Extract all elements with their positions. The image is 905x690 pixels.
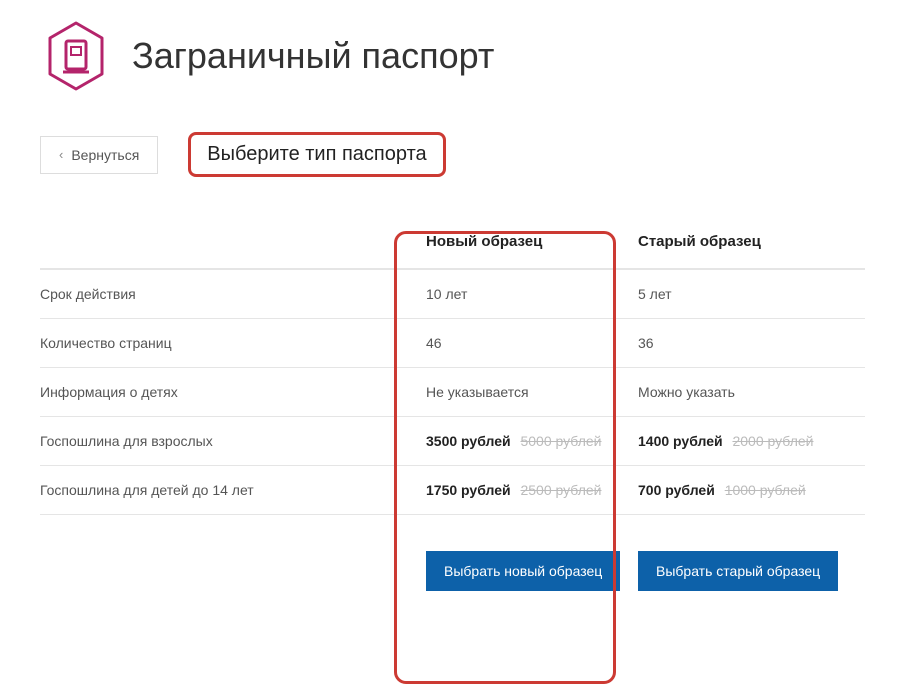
price-struck: 1000 рублей (725, 482, 806, 498)
fee-adult-new: 3500 рублей 5000 рублей (418, 433, 638, 449)
page-header: Заграничный паспорт (40, 20, 865, 92)
row-label: Срок действия (40, 286, 418, 302)
price-current: 700 рублей (638, 482, 715, 498)
row-label: Госпошлина для детей до 14 лет (40, 482, 418, 498)
select-new-button[interactable]: Выбрать новый образец (426, 551, 620, 591)
back-button[interactable]: ‹ Вернуться (40, 136, 158, 174)
children-old: Можно указать (638, 384, 865, 400)
row-label: Количество страниц (40, 335, 418, 351)
nav-row: ‹ Вернуться Выберите тип паспорта (40, 132, 865, 177)
price-current: 3500 рублей (426, 433, 511, 449)
row-validity: Срок действия 10 лет 5 лет (40, 270, 865, 319)
validity-new: 10 лет (418, 286, 638, 302)
row-children-info: Информация о детях Не указывается Можно … (40, 368, 865, 417)
page-title: Заграничный паспорт (132, 35, 494, 77)
pages-new: 46 (418, 335, 638, 351)
row-actions: Выбрать новый образец Выбрать старый обр… (40, 515, 865, 607)
section-subtitle: Выберите тип паспорта (188, 132, 445, 177)
price-struck: 2000 рублей (732, 433, 813, 449)
price-struck: 5000 рублей (520, 433, 601, 449)
action-new-cell: Выбрать новый образец (418, 551, 638, 591)
comparison-table: Новый образец Старый образец Срок действ… (40, 217, 865, 607)
price-current: 1400 рублей (638, 433, 723, 449)
chevron-left-icon: ‹ (59, 147, 63, 162)
row-pages: Количество страниц 46 36 (40, 319, 865, 368)
validity-old: 5 лет (638, 286, 865, 302)
column-header-new: Новый образец (418, 233, 638, 250)
price-struck: 2500 рублей (520, 482, 601, 498)
fee-child-old: 700 рублей 1000 рублей (638, 482, 865, 498)
fee-adult-old: 1400 рублей 2000 рублей (638, 433, 865, 449)
back-button-label: Вернуться (71, 147, 139, 163)
children-new: Не указывается (418, 384, 638, 400)
select-old-button[interactable]: Выбрать старый образец (638, 551, 838, 591)
passport-icon (40, 20, 112, 92)
row-fee-child: Госпошлина для детей до 14 лет 1750 рубл… (40, 466, 865, 515)
row-label: Информация о детях (40, 384, 418, 400)
pages-old: 36 (638, 335, 865, 351)
row-fee-adult: Госпошлина для взрослых 3500 рублей 5000… (40, 417, 865, 466)
column-header-old: Старый образец (638, 233, 865, 250)
price-current: 1750 рублей (426, 482, 511, 498)
fee-child-new: 1750 рублей 2500 рублей (418, 482, 638, 498)
action-old-cell: Выбрать старый образец (638, 551, 865, 591)
table-header-row: Новый образец Старый образец (40, 217, 865, 270)
row-label: Госпошлина для взрослых (40, 433, 418, 449)
